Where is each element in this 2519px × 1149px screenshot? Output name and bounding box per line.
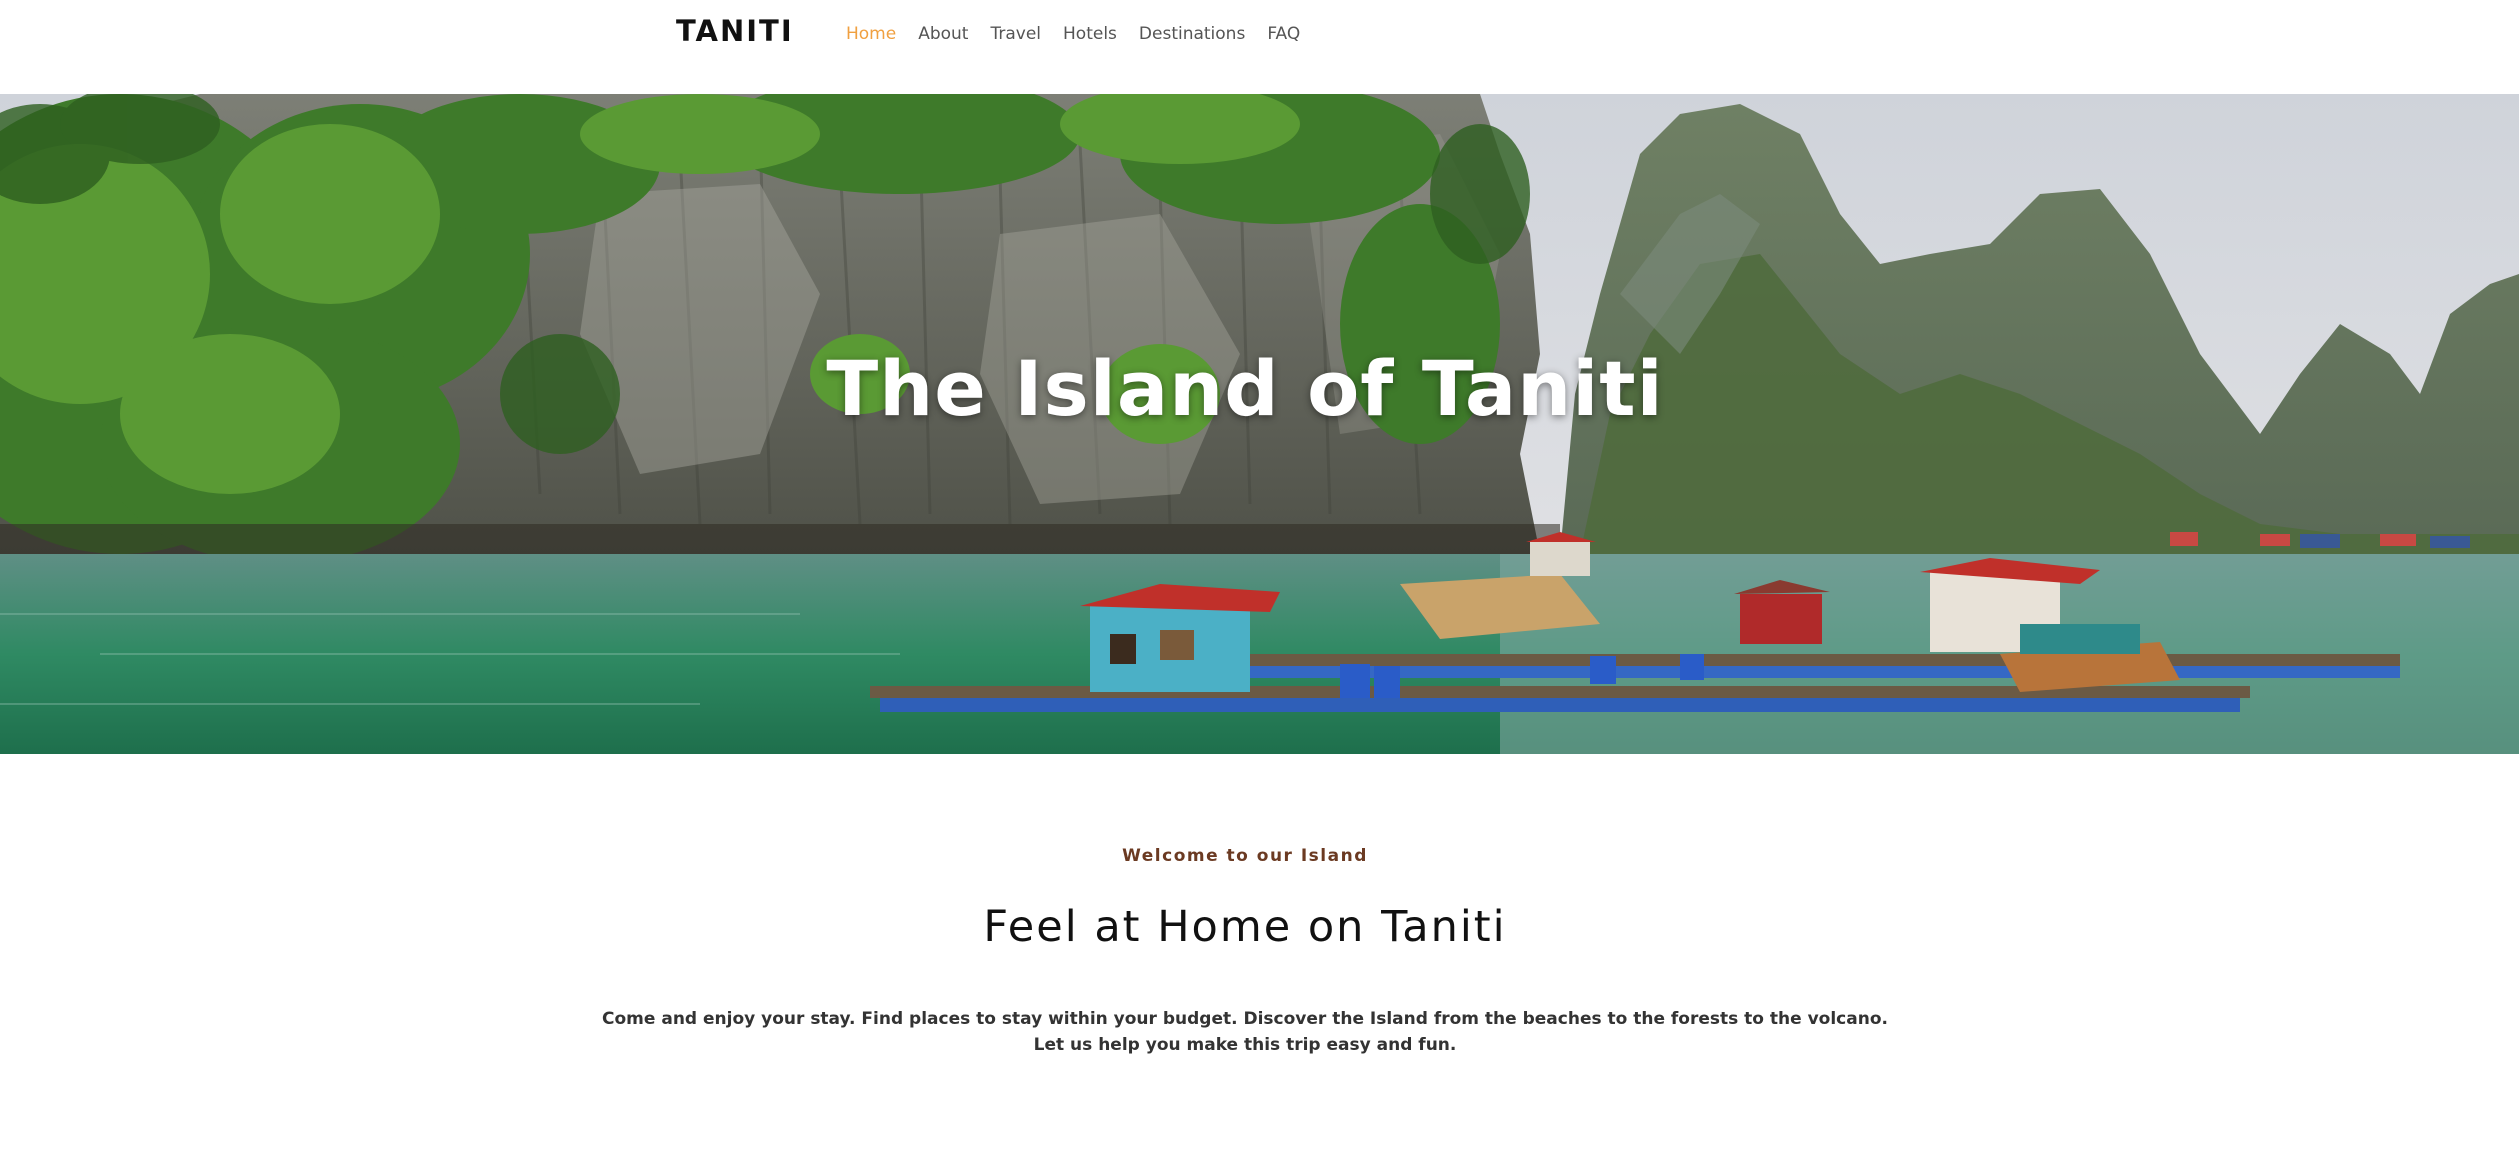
nav-destinations[interactable]: Destinations bbox=[1139, 22, 1245, 46]
welcome-eyebrow: Welcome to our Island bbox=[1122, 846, 1368, 866]
hero-section: The Island of Taniti bbox=[0, 94, 2519, 754]
main-nav: Home About Travel Hotels Destinations FA… bbox=[846, 22, 1322, 46]
welcome-intro-line-1: Come and enjoy your stay. Find places to… bbox=[602, 1009, 1888, 1029]
nav-faq[interactable]: FAQ bbox=[1267, 22, 1300, 46]
nav-about[interactable]: About bbox=[918, 22, 968, 46]
nav-home[interactable]: Home bbox=[846, 22, 896, 46]
brand-logo[interactable]: TANITI bbox=[676, 14, 794, 48]
page: TANITI Home About Travel Hotels Destinat… bbox=[0, 0, 2519, 1149]
welcome-intro-line-2: Let us help you make this trip easy and … bbox=[1033, 1035, 1457, 1055]
welcome-title: Feel at Home on Taniti bbox=[983, 902, 1507, 952]
welcome-intro: Come and enjoy your stay. Find places to… bbox=[600, 1006, 1890, 1058]
hero-title: The Island of Taniti bbox=[826, 344, 1664, 433]
nav-hotels[interactable]: Hotels bbox=[1063, 22, 1117, 46]
nav-travel[interactable]: Travel bbox=[990, 22, 1041, 46]
site-header: TANITI Home About Travel Hotels Destinat… bbox=[0, 0, 2519, 94]
